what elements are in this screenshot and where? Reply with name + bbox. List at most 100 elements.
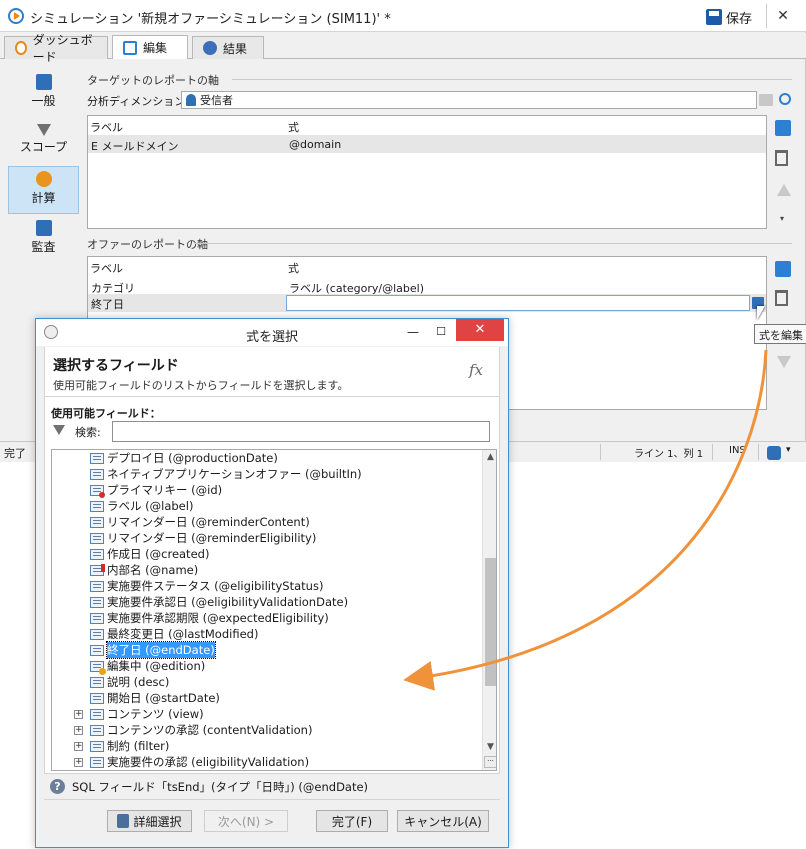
tab-edit[interactable]: 編集 bbox=[112, 35, 188, 59]
nav-audit[interactable]: 監査 bbox=[8, 216, 79, 264]
tree-node[interactable]: + 実施要件の承認 (eligibilityValidation) bbox=[74, 754, 309, 770]
target-section-title: ターゲットのレポートの軸 bbox=[87, 74, 219, 87]
database-icon[interactable] bbox=[767, 446, 781, 460]
title-separator bbox=[766, 4, 767, 28]
expression-input[interactable] bbox=[286, 295, 750, 311]
dialog-header: 選択するフィールド 使用可能フィールドのリストからフィールドを選択します。 fx bbox=[44, 347, 500, 397]
field-icon bbox=[90, 532, 104, 544]
nav-calculation[interactable]: 計算 bbox=[8, 166, 79, 214]
tab-results[interactable]: 結果 bbox=[192, 36, 264, 59]
cursor-position: ライン 1、列 1 bbox=[634, 449, 704, 460]
table-row[interactable]: カテゴリ ラベル (category/@label) bbox=[88, 278, 766, 295]
tree-item-label: 開始日 (@startDate) bbox=[107, 691, 220, 705]
dimension-field[interactable]: 受信者 bbox=[181, 91, 757, 109]
simulation-icon bbox=[8, 8, 24, 24]
expand-icon[interactable]: + bbox=[74, 757, 83, 767]
fx-icon: fx bbox=[469, 361, 484, 379]
tree-item[interactable]: 実施要件ステータス (@eligibilityStatus) bbox=[90, 578, 323, 594]
expand-icon[interactable]: + bbox=[74, 709, 83, 719]
more-icon[interactable]: ▾ bbox=[780, 214, 784, 223]
field-icon bbox=[90, 500, 104, 512]
expand-icon[interactable]: + bbox=[74, 741, 83, 751]
tree-item[interactable]: デプロイ日 (@productionDate) bbox=[90, 450, 278, 466]
tree-item-label: 制約 (filter) bbox=[107, 739, 170, 753]
scroll-thumb[interactable] bbox=[485, 558, 496, 686]
tree-node[interactable]: + 制約 (filter) bbox=[74, 738, 169, 754]
search-icon[interactable] bbox=[779, 93, 791, 105]
mouse-cursor bbox=[757, 306, 765, 320]
field-icon bbox=[90, 676, 104, 688]
tree-item[interactable]: 内部名 (@name) bbox=[90, 562, 198, 578]
column-header-label: ラベル bbox=[90, 121, 123, 134]
search-input[interactable] bbox=[112, 421, 490, 442]
expand-icon[interactable]: + bbox=[74, 725, 83, 735]
scroll-down-icon[interactable]: ▼ bbox=[483, 742, 496, 754]
tab-dashboard[interactable]: ダッシュボード bbox=[4, 33, 108, 64]
add-row-icon[interactable] bbox=[775, 120, 791, 136]
header-title: 選択するフィールド bbox=[53, 358, 179, 374]
tree-item[interactable]: ラベル (@label) bbox=[90, 498, 193, 514]
nav-label: 計算 bbox=[31, 191, 56, 205]
dialog-close-button[interactable]: ✕ bbox=[456, 319, 504, 341]
close-button[interactable]: ✕ bbox=[773, 6, 793, 26]
tree-item[interactable]: 開始日 (@startDate) bbox=[90, 690, 220, 706]
tree-item[interactable]: 最終変更日 (@lastModified) bbox=[90, 626, 258, 642]
link-node-icon bbox=[90, 756, 104, 768]
next-button[interactable]: 次へ(N) > bbox=[204, 810, 288, 832]
tree-item[interactable]: プライマリキー (@id) bbox=[90, 482, 222, 498]
button-label: キャンセル(A) bbox=[404, 814, 482, 829]
finish-button[interactable]: 完了(F) bbox=[316, 810, 388, 832]
audit-icon bbox=[35, 220, 52, 236]
tree-scrollbar[interactable]: ▲ ▼ ··· bbox=[482, 450, 496, 770]
dialog-title-bar: 式を選択 — ☐ ✕ bbox=[36, 319, 508, 346]
tree-item[interactable]: 終了日 (@endDate) bbox=[90, 641, 216, 659]
maximize-button[interactable]: ☐ bbox=[429, 322, 453, 342]
gear-icon bbox=[35, 171, 52, 187]
tree-node[interactable]: + コンテンツの承認 (contentValidation) bbox=[74, 722, 312, 738]
column-header-expr: 式 bbox=[288, 262, 299, 275]
field-icon bbox=[90, 596, 104, 608]
tree-item[interactable]: 作成日 (@created) bbox=[90, 546, 209, 562]
dashboard-icon bbox=[15, 41, 27, 55]
tree-item[interactable]: リマインダー日 (@reminderContent) bbox=[90, 514, 310, 530]
link-node-icon bbox=[90, 708, 104, 720]
status-divider bbox=[712, 444, 713, 460]
tree-item[interactable]: 実施要件承認日 (@eligibilityValidationDate) bbox=[90, 594, 348, 610]
title-bar: シミュレーション '新規オファーシミュレーション (SIM11)' * 保存 ✕ bbox=[0, 0, 806, 32]
delete-icon[interactable] bbox=[775, 150, 788, 166]
save-button[interactable]: 保存 bbox=[706, 6, 752, 28]
funnel-icon bbox=[36, 124, 51, 136]
tree-item[interactable]: ネイティブアプリケーションオファー (@builtIn) bbox=[90, 466, 362, 482]
folder-icon[interactable] bbox=[759, 94, 773, 106]
tree-item-label: プライマリキー (@id) bbox=[107, 483, 223, 497]
table-row[interactable]: E メールドメイン @domain bbox=[88, 135, 766, 153]
move-down-icon[interactable] bbox=[777, 356, 791, 368]
field-tree[interactable]: デプロイ日 (@productionDate) ネイティブアプリケーションオファー… bbox=[51, 449, 497, 771]
chevron-down-icon[interactable]: ▾ bbox=[786, 445, 791, 455]
tree-node[interactable]: + コンテンツ (view) bbox=[74, 706, 204, 722]
tree-item-label: 終了日 (@endDate) bbox=[106, 641, 216, 659]
add-row-icon[interactable] bbox=[775, 261, 791, 277]
target-axes-grid: ラベル 式 E メールドメイン @domain bbox=[87, 115, 767, 229]
column-header-label: ラベル bbox=[90, 262, 123, 275]
link-node-icon bbox=[90, 724, 104, 736]
cancel-button[interactable]: キャンセル(A) bbox=[397, 810, 489, 832]
size-grip-icon: ··· bbox=[484, 756, 496, 768]
tree-item[interactable]: 編集中 (@edition) bbox=[90, 658, 205, 675]
select-expression-dialog: 式を選択 — ☐ ✕ 選択するフィールド 使用可能フィールドのリストからフィール… bbox=[35, 318, 509, 848]
tree-item-label: コンテンツ (view) bbox=[107, 707, 204, 721]
tree-item[interactable]: 実施要件承認期限 (@expectedEligibility) bbox=[90, 610, 329, 626]
tree-item[interactable]: リマインダー日 (@reminderEligibility) bbox=[90, 530, 316, 546]
status-text: 完了 bbox=[4, 447, 26, 460]
section-divider bbox=[232, 79, 792, 80]
tree-item[interactable]: 説明 (desc) bbox=[90, 674, 169, 690]
table-row[interactable]: 終了日 bbox=[88, 294, 766, 312]
button-label: 完了(F) bbox=[331, 814, 373, 829]
move-up-icon[interactable] bbox=[777, 184, 791, 196]
scroll-up-icon[interactable]: ▲ bbox=[483, 452, 496, 464]
nav-general[interactable]: 一般 bbox=[8, 70, 79, 118]
advanced-selection-button[interactable]: 詳細選択 bbox=[107, 810, 192, 832]
minimize-button[interactable]: — bbox=[401, 322, 425, 342]
delete-icon[interactable] bbox=[775, 290, 788, 306]
nav-scope[interactable]: スコープ bbox=[8, 120, 79, 168]
